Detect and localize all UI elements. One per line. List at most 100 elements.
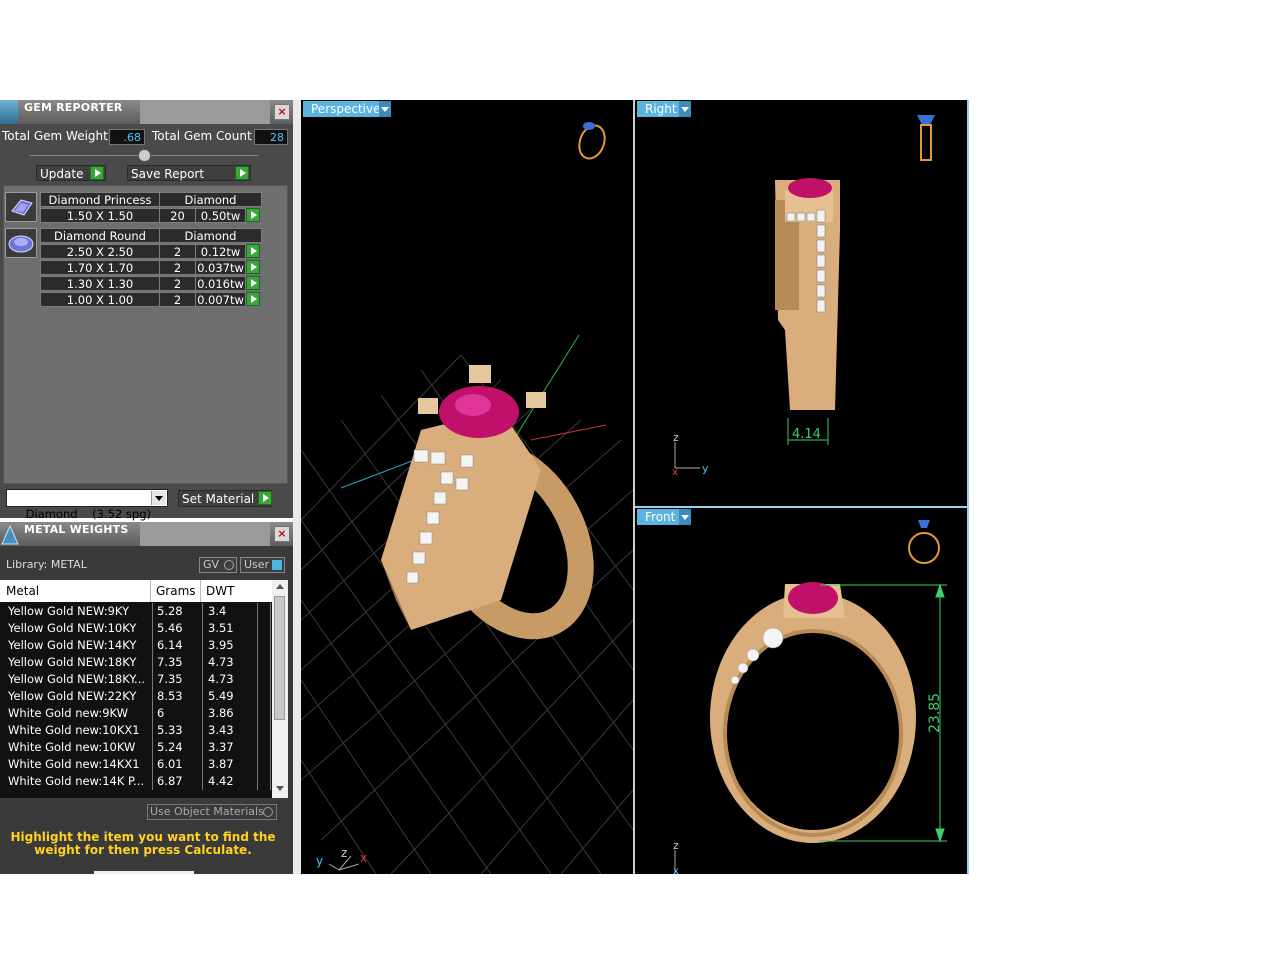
column-separator	[152, 756, 153, 773]
metal-weights-icon	[1, 524, 19, 545]
gem-count-cell[interactable]: 2	[159, 260, 196, 275]
column-separator	[257, 756, 258, 773]
table-row[interactable]: White Gold new:10KW 5.24 3.37	[2, 739, 271, 756]
gem-weight-cell[interactable]: 0.50tw	[195, 208, 246, 223]
column-separator	[270, 722, 271, 739]
dwt-cell: 3.87	[208, 757, 234, 771]
column-header-metal[interactable]: Metal	[6, 584, 39, 598]
princess-diamond-icon	[11, 199, 33, 216]
viewport-border-right	[967, 100, 969, 874]
table-row[interactable]: White Gold new:14K P... 6.87 4.42	[2, 773, 271, 790]
column-separator	[202, 603, 203, 620]
front-viewport[interactable]: Front 23.85 z x	[635, 508, 967, 874]
table-row[interactable]: Yellow Gold NEW:18KY 7.35 4.73	[2, 654, 271, 671]
material-select[interactable]: Diamond (3.52 spg)	[6, 489, 168, 521]
column-separator	[202, 756, 203, 773]
dwt-cell: 3.86	[208, 706, 234, 720]
save-report-button[interactable]: Save Report	[127, 165, 251, 181]
slider-handle[interactable]	[138, 149, 151, 162]
axis-y-label: y	[316, 854, 323, 868]
gem-size-cell[interactable]: 1.70 X 1.70	[40, 260, 160, 275]
save-report-go-icon[interactable]	[235, 166, 249, 180]
gem-weight-cell[interactable]: 0.037tw	[195, 260, 246, 275]
panel-splitter[interactable]	[293, 100, 301, 874]
metal-table: Metal Grams DWT Yellow Gold NEW:9KY 5.28 3…	[0, 580, 288, 798]
use-object-materials-toggle[interactable]: Use Object Materials	[147, 804, 277, 820]
gv-toggle[interactable]: GV	[199, 557, 237, 573]
user-toggle[interactable]: User	[240, 557, 285, 573]
scrollbar[interactable]	[272, 580, 288, 798]
table-row[interactable]: Yellow Gold NEW:22KY 8.53 5.49	[2, 688, 271, 705]
axis-z-label: z	[673, 431, 679, 444]
column-header-grams[interactable]: Grams	[156, 584, 196, 598]
table-row[interactable]: Yellow Gold NEW:18KY... 7.35 4.73	[2, 671, 271, 688]
gem-row-go-icon[interactable]	[246, 244, 260, 258]
princess-gem-thumbnail[interactable]	[5, 192, 37, 222]
gem-size-cell[interactable]: 1.50 X 1.50	[40, 208, 160, 223]
gem-row-go-icon[interactable]	[246, 208, 260, 222]
column-separator	[270, 739, 271, 756]
update-label: Update	[40, 167, 84, 181]
gem-count-cell[interactable]: 2	[159, 292, 196, 307]
gem-count-cell[interactable]: 2	[159, 276, 196, 291]
scrollbar-thumb[interactable]	[274, 596, 285, 720]
height-dimension-label: 23.85	[927, 693, 943, 733]
viewport-splitter-vertical[interactable]	[633, 100, 635, 874]
gem-size-cell[interactable]: 1.30 X 1.30	[40, 276, 160, 291]
gem-size-cell[interactable]: 2.50 X 2.50	[40, 244, 160, 259]
table-row[interactable]: Yellow Gold NEW:10KY 5.46 3.51	[2, 620, 271, 637]
gem-shape-princess: Diamond Princess	[40, 192, 160, 207]
radio-icon	[263, 807, 273, 817]
column-separator	[257, 705, 258, 722]
scroll-down-icon[interactable]	[276, 786, 284, 791]
round-gem-thumbnail[interactable]	[5, 228, 37, 258]
grams-cell: 7.35	[157, 655, 183, 669]
axis-z-label: z	[341, 846, 347, 860]
set-material-go-icon[interactable]	[258, 491, 272, 505]
column-separator	[152, 722, 153, 739]
gem-count-cell[interactable]: 20	[159, 208, 196, 223]
metal-weights-title: METAL WEIGHTS	[24, 523, 129, 536]
update-go-icon[interactable]	[90, 166, 104, 180]
column-separator	[202, 688, 203, 705]
gem-shape-round: Diamond Round	[40, 228, 160, 243]
viewport-splitter-horizontal[interactable]	[635, 506, 967, 508]
metal-weights-close-icon[interactable]: ×	[274, 526, 290, 542]
gem-row-go-icon[interactable]	[246, 276, 260, 290]
column-separator	[202, 620, 203, 637]
table-row[interactable]: White Gold new:9KW 6 3.86	[2, 705, 271, 722]
table-row[interactable]: White Gold new:14KX1 6.01 3.87	[2, 756, 271, 773]
column-separator	[270, 671, 271, 688]
calculate-button-edge[interactable]	[94, 871, 194, 874]
gem-reporter-close-icon[interactable]: ×	[274, 104, 290, 120]
user-label: User	[244, 558, 270, 571]
use-object-materials-label: Use Object Materials	[150, 805, 264, 818]
grams-cell: 5.28	[157, 604, 183, 618]
metal-name-cell: Yellow Gold NEW:14KY	[8, 638, 137, 652]
column-header-dwt[interactable]: DWT	[206, 584, 234, 598]
column-separator	[257, 671, 258, 688]
chevron-down-icon[interactable]	[151, 491, 166, 505]
gem-row-go-icon[interactable]	[246, 292, 260, 306]
column-separator	[257, 773, 258, 790]
perspective-scene: y z x	[301, 122, 633, 874]
gem-size-cell[interactable]: 1.00 X 1.00	[40, 292, 160, 307]
grams-cell: 5.24	[157, 740, 183, 754]
right-viewport[interactable]: Right 4.14 z y x	[635, 100, 967, 506]
table-row[interactable]: Yellow Gold NEW:14KY 6.14 3.95	[2, 637, 271, 654]
column-separator	[270, 637, 271, 654]
metal-weights-header: METAL WEIGHTS ×	[0, 522, 293, 546]
table-row[interactable]: White Gold new:10KX1 5.33 3.43	[2, 722, 271, 739]
column-separator	[152, 773, 153, 790]
gem-weight-cell[interactable]: 0.007tw	[195, 292, 246, 307]
gem-row-go-icon[interactable]	[246, 260, 260, 274]
header-shade	[140, 522, 270, 546]
gem-count-cell[interactable]: 2	[159, 244, 196, 259]
scroll-up-icon[interactable]	[276, 584, 284, 589]
gem-weight-cell[interactable]: 0.12tw	[195, 244, 246, 259]
axis-triad	[674, 442, 700, 469]
perspective-viewport[interactable]: Perspective y z x	[301, 100, 633, 874]
table-row[interactable]: Yellow Gold NEW:9KY 5.28 3.4	[2, 603, 271, 620]
center-gem	[788, 582, 838, 614]
gem-weight-cell[interactable]: 0.016tw	[195, 276, 246, 291]
